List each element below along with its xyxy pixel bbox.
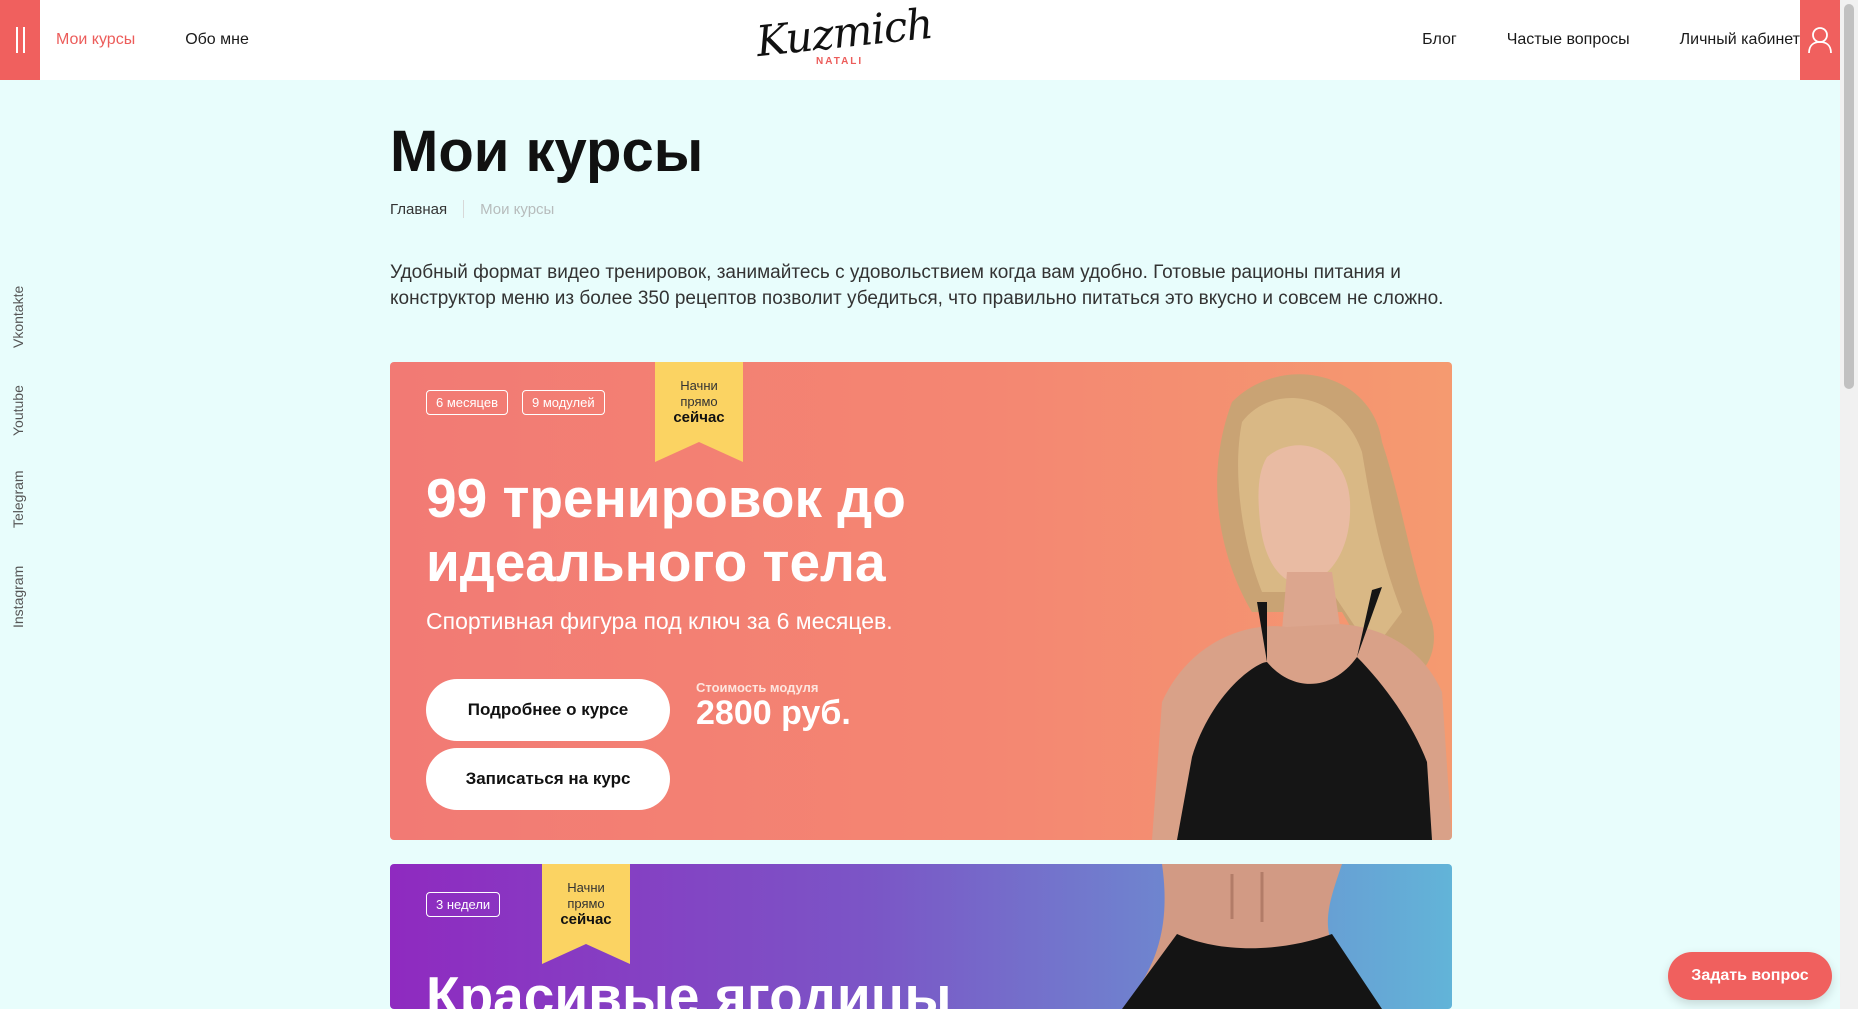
course-tag: 6 месяцев xyxy=(426,390,508,415)
nav-account[interactable]: Личный кабинет xyxy=(1680,31,1800,49)
start-now-ribbon: Начни прямо сейчас xyxy=(542,864,630,964)
ribbon-line: прямо xyxy=(567,896,605,911)
logo-sub: NATALI xyxy=(816,56,864,67)
course-title: 99 тренировок до идеального тела xyxy=(426,467,906,593)
nav-about[interactable]: Обо мне xyxy=(185,31,249,49)
course-photo xyxy=(1152,374,1452,840)
breadcrumb: Главная Мои курсы xyxy=(390,200,554,218)
nav-right: Блог Частые вопросы Личный кабинет xyxy=(1422,0,1800,80)
nav-blog[interactable]: Блог xyxy=(1422,31,1457,49)
social-youtube[interactable]: Youtube xyxy=(10,385,26,436)
scrollbar[interactable] xyxy=(1840,0,1858,1009)
course-photo xyxy=(1122,864,1382,1009)
site-header: Мои курсы Обо мне Kuzmich NATALI Блог Ча… xyxy=(0,0,1840,80)
course-tag: 3 недели xyxy=(426,892,501,917)
menu-button[interactable] xyxy=(0,0,40,80)
course-title: Красивые ягодицы xyxy=(426,965,952,1009)
nav-my-courses[interactable]: Мои курсы xyxy=(56,31,135,49)
ribbon-line: прямо xyxy=(680,394,718,409)
ribbon-line: Начни xyxy=(680,378,718,393)
ribbon-line: Начни xyxy=(567,880,605,895)
nav-left: Мои курсы Обо мне xyxy=(56,0,249,80)
breadcrumb-home[interactable]: Главная xyxy=(390,201,447,218)
price-label: Стоимость модуля xyxy=(696,680,819,695)
logo[interactable]: Kuzmich NATALI xyxy=(754,0,935,72)
hamburger-icon xyxy=(15,27,25,53)
enroll-button[interactable]: Записаться на курс xyxy=(426,748,670,810)
social-telegram[interactable]: Telegram xyxy=(10,470,26,528)
nav-faq[interactable]: Частые вопросы xyxy=(1507,31,1630,49)
scrollbar-thumb[interactable] xyxy=(1844,4,1854,389)
course-subtitle: Спортивная фигура под ключ за 6 месяцев. xyxy=(426,608,893,634)
start-now-ribbon: Начни прямо сейчас xyxy=(655,362,743,462)
course-price: 2800 руб. xyxy=(696,694,851,732)
course-tags: 6 месяцев 9 модулей xyxy=(426,390,605,415)
ask-question-button[interactable]: Задать вопрос xyxy=(1668,952,1832,1000)
ribbon-line-bold: сейчас xyxy=(673,409,725,426)
breadcrumb-separator xyxy=(463,200,465,218)
user-button[interactable] xyxy=(1800,0,1840,80)
social-vkontakte[interactable]: Vkontakte xyxy=(10,286,26,348)
breadcrumb-current: Мои курсы xyxy=(480,200,555,218)
social-instagram[interactable]: Instagram xyxy=(10,566,26,628)
course-card: 6 месяцев 9 модулей Начни прямо сейчас 9… xyxy=(390,362,1452,840)
intro-text: Удобный формат видео тренировок, занимай… xyxy=(390,262,1444,309)
page-title: Мои курсы xyxy=(390,119,704,184)
user-icon xyxy=(1808,27,1832,54)
course-tags: 3 недели xyxy=(426,892,501,917)
course-details-button[interactable]: Подробнее о курсе xyxy=(426,679,670,741)
social-links: Vkontakte Youtube Telegram Instagram xyxy=(10,270,32,630)
ribbon-line-bold: сейчас xyxy=(560,911,612,928)
course-card: 3 недели Начни прямо сейчас Красивые яго… xyxy=(390,864,1452,1009)
course-tag: 9 модулей xyxy=(522,390,605,415)
